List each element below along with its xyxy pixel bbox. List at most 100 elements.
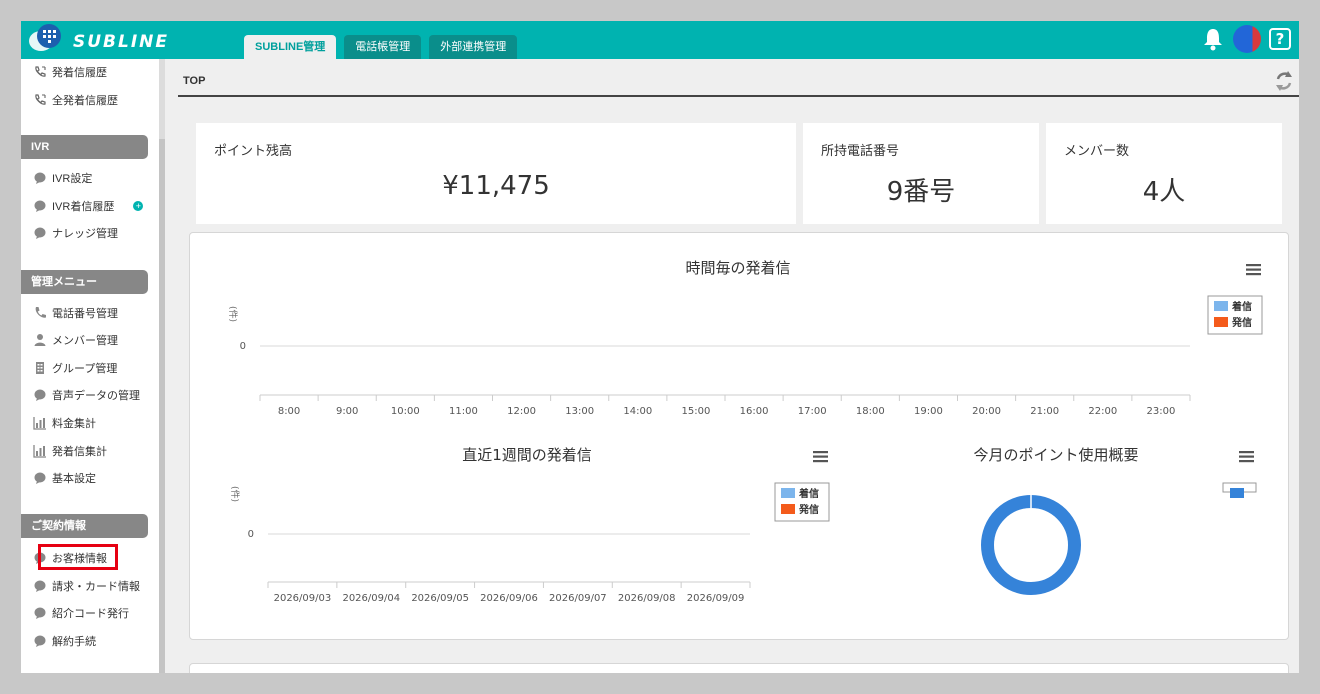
- sidebar-section-ivr: IVR: [21, 135, 148, 159]
- chart1-ylabel: (件): [227, 306, 239, 322]
- lower-panel: [189, 663, 1289, 673]
- sidebar-item-knowledge[interactable]: ナレッジ管理: [33, 224, 118, 242]
- sidebar-item-all-call-history[interactable]: 全発着信履歴: [33, 91, 118, 109]
- chart1-tick-label: 15:00: [682, 406, 711, 417]
- chart1-tick-label: 12:00: [507, 406, 536, 417]
- chart2-ylabel: (件): [229, 486, 241, 502]
- speech-bubble-icon: [34, 580, 46, 592]
- chart1-tick-label: 9:00: [336, 406, 358, 417]
- person-icon: [34, 334, 46, 346]
- top-header: SUBLINE SUBLINE管理 電話帳管理 外部連携管理 ?: [21, 21, 1299, 59]
- user-avatar[interactable]: [1233, 25, 1261, 53]
- phone-icon: [35, 307, 46, 318]
- bell-icon[interactable]: [1201, 26, 1225, 52]
- top-tabs: SUBLINE管理 電話帳管理 外部連携管理: [244, 35, 518, 59]
- phone-arrows-icon: [35, 94, 46, 105]
- legend-swatch-outgoing: [1214, 317, 1228, 327]
- tab-external-integration[interactable]: 外部連携管理: [429, 35, 518, 59]
- donut-slice[interactable]: [981, 495, 1081, 595]
- card-label: 所持電話番号: [821, 143, 900, 158]
- chart1-tick-label: 10:00: [391, 406, 420, 417]
- chart1-x-ticks: 8:00 9:00 10:00 11:00 12:00 13:00 14:00 15:00 16…: [259, 395, 1191, 417]
- sidebar-item-audio-data[interactable]: 音声データの管理: [33, 386, 140, 404]
- sidebar-section-contract: ご契約情報: [21, 514, 148, 538]
- sidebar-item-groups[interactable]: グループ管理: [33, 359, 117, 377]
- sidebar: 発着信履歴 全発着信履歴 IVR IVR設定 IVR着信履歴 + ナレッジ管理 …: [21, 59, 159, 673]
- help-button[interactable]: ?: [1269, 28, 1291, 50]
- sidebar-item-label: 音声データの管理: [52, 390, 140, 402]
- sidebar-item-label: 発着信集計: [52, 446, 107, 458]
- speech-bubble-icon: [34, 472, 46, 484]
- speech-bubble-icon: [34, 607, 46, 619]
- sidebar-item-label: 解約手続: [52, 636, 96, 648]
- sidebar-item-referral-code[interactable]: 紹介コード発行: [33, 604, 129, 622]
- legend-label-incoming[interactable]: 着信: [798, 487, 819, 500]
- legend-label-incoming[interactable]: 着信: [1231, 300, 1252, 313]
- card-label: メンバー数: [1064, 143, 1130, 158]
- sidebar-item-call-history[interactable]: 発着信履歴: [33, 63, 107, 81]
- sidebar-item-label: 発着信履歴: [52, 67, 107, 79]
- chart1-menu-icon[interactable]: [1246, 264, 1261, 276]
- speech-bubble-icon: [34, 389, 46, 401]
- chart1-legend: 着信 発信: [1207, 295, 1263, 335]
- chart1-tick-label: 18:00: [856, 406, 885, 417]
- sidebar-item-label: 基本設定: [52, 473, 96, 485]
- sidebar-item-label: 請求・カード情報: [52, 581, 140, 593]
- chart1-tick-label: 8:00: [278, 406, 300, 417]
- legend-label-outgoing[interactable]: 発信: [798, 503, 819, 516]
- sidebar-item-label: ナレッジ管理: [52, 228, 118, 240]
- building-icon: [36, 362, 44, 374]
- plus-icon[interactable]: +: [133, 201, 144, 211]
- chart1-tick-label: 16:00: [740, 406, 769, 417]
- chart2-tick-label: 2026/09/04: [342, 593, 400, 604]
- sidebar-item-basic-settings[interactable]: 基本設定: [33, 469, 96, 487]
- chart2-ytick: 0: [248, 529, 254, 540]
- sidebar-item-members[interactable]: メンバー管理: [33, 331, 118, 349]
- chart2-tick-label: 2026/09/07: [549, 593, 607, 604]
- sidebar-section-admin: 管理メニュー: [21, 270, 148, 294]
- legend-label-outgoing[interactable]: 発信: [1231, 316, 1252, 329]
- sidebar-item-label: メンバー管理: [52, 335, 118, 347]
- chart3-menu-icon[interactable]: [1239, 451, 1254, 463]
- card-value: 4人: [1142, 177, 1186, 207]
- chart3-title: 今月のポイント使用概要: [973, 446, 1138, 464]
- tab-subline-admin[interactable]: SUBLINE管理: [244, 35, 337, 59]
- sidebar-item-ivr-history[interactable]: IVR着信履歴 +: [33, 197, 144, 215]
- chart1-tick-label: 23:00: [1147, 406, 1176, 417]
- sidebar-item-label: IVR着信履歴: [52, 201, 115, 213]
- subline-logo[interactable]: SUBLINE: [27, 23, 202, 57]
- refresh-icon[interactable]: [1274, 69, 1294, 93]
- sidebar-item-billing-summary[interactable]: 料金集計: [33, 414, 96, 432]
- chart2-title: 直近1週間の発着信: [462, 446, 592, 464]
- speech-bubble-icon: [34, 635, 46, 647]
- chart2-tick-label: 2026/09/06: [480, 593, 538, 604]
- chart1-tick-label: 19:00: [914, 406, 943, 417]
- legend-swatch-slice: [1230, 488, 1244, 498]
- chart2-tick-label: 2026/09/05: [411, 593, 469, 604]
- sidebar-item-label: 紹介コード発行: [52, 608, 129, 620]
- sidebar-item-cancellation[interactable]: 解約手続: [33, 632, 96, 650]
- sidebar-item-billing-card[interactable]: 請求・カード情報: [33, 577, 140, 595]
- app-window: SUBLINE SUBLINE管理 電話帳管理 外部連携管理 ? 発着信履歴 全…: [21, 21, 1299, 673]
- header-actions: ?: [1201, 25, 1291, 53]
- sidebar-item-phone-numbers[interactable]: 電話番号管理: [33, 304, 118, 322]
- chart2-menu-icon[interactable]: [813, 451, 828, 463]
- phone-arrows-icon: [35, 66, 46, 77]
- sidebar-scrollbar-thumb[interactable]: [159, 139, 165, 673]
- card-value: ¥11,475: [442, 171, 550, 201]
- sidebar-item-ivr-settings[interactable]: IVR設定: [33, 169, 92, 187]
- logo-bubble-icon: [29, 24, 61, 51]
- sidebar-scrollbar[interactable]: [159, 59, 165, 673]
- legend-swatch-incoming: [781, 488, 795, 498]
- sidebar-item-call-summary[interactable]: 発着信集計: [33, 442, 107, 460]
- chart1-title: 時間毎の発着信: [685, 259, 790, 277]
- chart1-tick-label: 14:00: [623, 406, 652, 417]
- chart2-tick-label: 2026/09/03: [274, 593, 332, 604]
- sidebar-item-label: 料金集計: [52, 418, 96, 430]
- chart2-x-ticks: 2026/09/03 2026/09/04 2026/09/05 2026/09/06…: [267, 582, 751, 604]
- tab-phonebook[interactable]: 電話帳管理: [344, 35, 422, 59]
- speech-bubble-icon: [34, 172, 46, 184]
- chart1-tick-label: 20:00: [972, 406, 1001, 417]
- phone-numbers-card: 所持電話番号 9番号: [803, 123, 1039, 224]
- speech-bubble-icon: [34, 227, 46, 239]
